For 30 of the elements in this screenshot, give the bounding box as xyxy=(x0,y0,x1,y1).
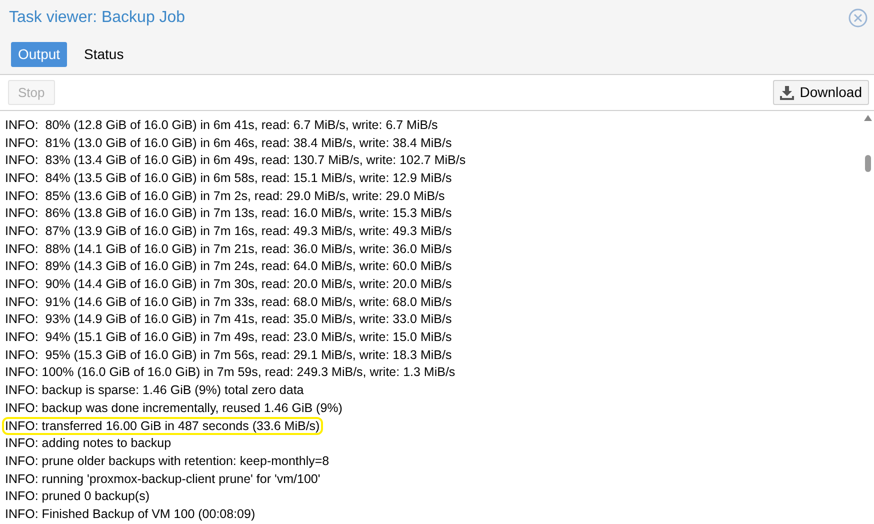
log-line: INFO: 90% (14.4 GiB of 16.0 GiB) in 7m 30s, read: 20.0 MiB/s, write: 20.0 MiB/s xyxy=(5,277,452,292)
log-line: INFO: 95% (15.3 GiB of 16.0 GiB) in 7m 56s, read: 29.1 MiB/s, write: 18.3 MiB/s xyxy=(5,348,452,362)
log-line: INFO: pruned 0 backup(s) xyxy=(5,489,150,504)
log-line: INFO: running 'proxmox-backup-client prune' for 'vm/100' xyxy=(5,472,320,486)
log-line: INFO: 94% (15.1 GiB of 16.0 GiB) in 7m 49s, read: 23.0 MiB/s, write: 15.0 MiB/s xyxy=(5,330,452,344)
log-line: INFO: 86% (13.8 GiB of 16.0 GiB) in 7m 13s, read: 16.0 MiB/s, write: 15.3 MiB/s xyxy=(5,206,452,220)
log-line: INFO: 91% (14.6 GiB of 16.0 GiB) in 7m 33s, read: 68.0 MiB/s, write: 68.0 MiB/s xyxy=(5,294,452,309)
log-line: INFO: 84% (13.5 GiB of 16.0 GiB) in 6m 58s, read: 15.1 MiB/s, write: 12.9 MiB/s xyxy=(5,170,452,185)
download-button[interactable]: Download xyxy=(772,80,869,105)
log-line: INFO: 83% (13.4 GiB of 16.0 GiB) in 6m 49s, read: 130.7 MiB/s, write: 102.7 MiB/s xyxy=(5,153,466,168)
scroll-up-icon[interactable] xyxy=(864,115,872,121)
log-line: INFO: backup is sparse: 1.46 GiB (9%) total zero data xyxy=(5,383,304,398)
log-line: INFO: Finished Backup of VM 100 (00:08:09) xyxy=(5,506,256,521)
log-line: INFO: 100% (16.0 GiB of 16.0 GiB) in 7m 59s, read: 249.3 MiB/s, write: 1.3 MiB/s xyxy=(5,365,456,380)
scrollbar-thumb[interactable] xyxy=(864,155,870,172)
window-title: Task viewer: Backup Job xyxy=(9,8,186,28)
log-line: INFO: 87% (13.9 GiB of 16.0 GiB) in 7m 16s, read: 49.3 MiB/s, write: 49.3 MiB/s xyxy=(5,224,452,238)
log-line: INFO: adding notes to backup xyxy=(5,436,172,450)
log-line: INFO: 81% (13.0 GiB of 16.0 GiB) in 6m 46s, read: 38.4 MiB/s, write: 38.4 MiB/s xyxy=(5,136,452,150)
log-line: INFO: backup was done incrementally, reused 1.46 GiB (9%) xyxy=(5,400,342,415)
log-line: INFO: 88% (14.1 GiB of 16.0 GiB) in 7m 21s, read: 36.0 MiB/s, write: 36.0 MiB/s xyxy=(5,242,452,256)
log-line: INFO: 93% (14.9 GiB of 16.0 GiB) in 7m 41s, read: 35.0 MiB/s, write: 33.0 MiB/s xyxy=(5,312,452,326)
log-line: INFO: 85% (13.6 GiB of 16.0 GiB) in 7m 2s, read: 29.0 MiB/s, write: 29.0 MiB/s xyxy=(5,188,445,203)
close-icon[interactable] xyxy=(848,8,868,28)
download-icon xyxy=(780,86,794,100)
log-line: INFO: transferred 16.00 GiB in 487 seconds (33.6 MiB/s) xyxy=(2,416,323,435)
log-line: INFO: 89% (14.3 GiB of 16.0 GiB) in 7m 24s, read: 64.0 MiB/s, write: 60.0 MiB/s xyxy=(5,259,452,274)
log-line: INFO: prune older backups with retention: keep-monthly=8 xyxy=(5,454,330,468)
tab[interactable]: Status xyxy=(77,42,131,66)
log-line: INFO: 80% (12.8 GiB of 16.0 GiB) in 6m 41s, read: 6.7 MiB/s, write: 6.7 MiB/s xyxy=(5,118,438,132)
